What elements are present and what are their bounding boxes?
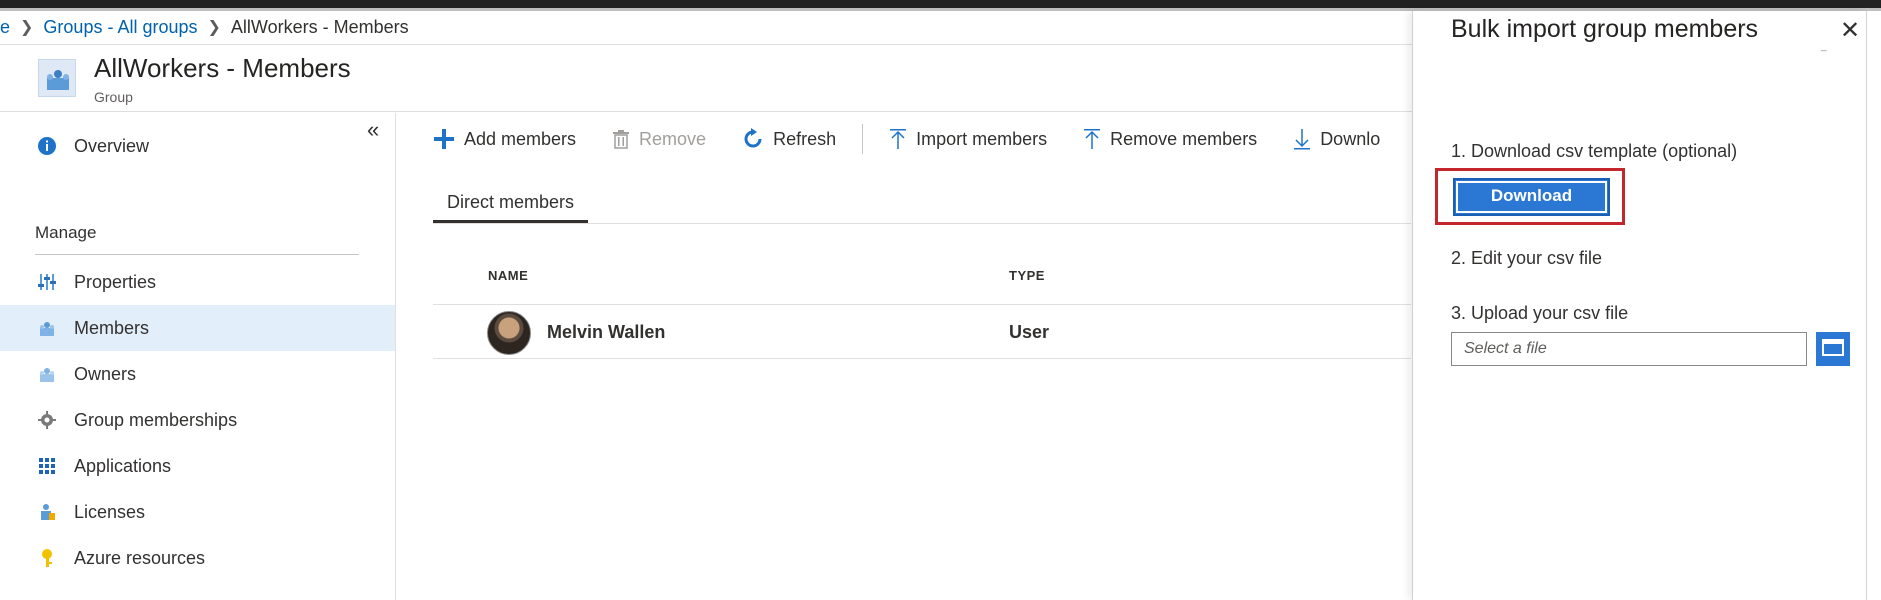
step-upload-label: 3. Upload your csv file xyxy=(1451,303,1629,323)
refresh-icon xyxy=(742,128,764,150)
properties-icon xyxy=(37,272,57,292)
member-type: User xyxy=(1009,322,1050,342)
toolbar-divider xyxy=(862,124,864,154)
manage-divider xyxy=(35,254,359,255)
plus-icon xyxy=(433,128,455,150)
download-template-button[interactable]: Download xyxy=(1453,178,1610,216)
remove-members-label: Remove members xyxy=(1110,128,1258,149)
sidebar-item-azure-resources[interactable]: Azure resources xyxy=(0,535,395,581)
column-header-type[interactable]: TYPE xyxy=(1009,268,1045,283)
breadcrumb-groups-link[interactable]: Groups - All groups xyxy=(43,17,197,38)
member-name[interactable]: Melvin Wallen xyxy=(547,322,665,343)
refresh-label: Refresh xyxy=(773,128,837,149)
licenses-icon xyxy=(37,502,57,522)
info-icon xyxy=(37,136,57,156)
table-row[interactable]: Melvin Wallen User xyxy=(433,305,1411,359)
sidebar-item-label: Overview xyxy=(74,135,150,156)
remove-label: Remove xyxy=(639,128,707,149)
page-header: AllWorkers - Members Group xyxy=(0,44,1412,112)
upload-icon xyxy=(1083,128,1101,150)
window-top-border xyxy=(0,0,1881,8)
tab-underline xyxy=(433,223,1411,224)
sidebar-item-overview[interactable]: Overview xyxy=(0,123,395,169)
sidebar-item-label: Members xyxy=(74,317,150,338)
sidebar-item-group-memberships[interactable]: Group memberships xyxy=(0,397,395,443)
page-title: AllWorkers - Members xyxy=(94,53,351,83)
add-members-label: Add members xyxy=(464,128,577,149)
import-members-button[interactable]: Import members xyxy=(889,128,1047,150)
avatar xyxy=(487,311,531,355)
step-edit-label: 2. Edit your csv file xyxy=(1451,248,1603,268)
import-members-label: Import members xyxy=(916,128,1048,149)
download-members-button[interactable]: Downlo xyxy=(1293,128,1380,150)
folder-icon xyxy=(1822,338,1844,361)
column-header-name[interactable]: NAME xyxy=(488,268,528,283)
sidebar-item-label: Group memberships xyxy=(74,409,238,430)
manage-section-label: Manage xyxy=(35,223,97,242)
remove-button[interactable]: Remove xyxy=(612,129,706,150)
file-select-input[interactable] xyxy=(1451,332,1807,366)
breadcrumb-home-link[interactable]: e xyxy=(0,17,10,38)
close-icon[interactable]: ✕ xyxy=(1840,16,1860,45)
panel-title: Bulk import group members xyxy=(1451,15,1759,43)
sidebar-item-label: Azure resources xyxy=(74,547,206,568)
refresh-button[interactable]: Refresh xyxy=(742,128,836,150)
sidebar: « Overview Manage Properties Members Own… xyxy=(0,113,396,600)
command-bar: Add members Remove Refresh Import member… xyxy=(397,113,1380,165)
gear-icon xyxy=(37,410,57,430)
upload-icon xyxy=(889,128,907,150)
breadcrumb-current: AllWorkers - Members xyxy=(230,16,409,37)
step-download-label: 1. Download csv template (optional) xyxy=(1451,141,1738,161)
browse-file-button[interactable] xyxy=(1816,332,1850,366)
panel-minimize-mark: _ xyxy=(1821,41,1827,52)
sidebar-item-members[interactable]: Members xyxy=(0,305,395,351)
download-icon xyxy=(1293,128,1311,150)
breadcrumb: e ❯ Groups - All groups ❯ AllWorkers - M… xyxy=(0,12,409,42)
download-members-label: Downlo xyxy=(1320,128,1381,149)
sidebar-item-properties[interactable]: Properties xyxy=(0,259,395,305)
owners-icon xyxy=(37,364,57,384)
tab-direct-members[interactable]: Direct members xyxy=(433,181,589,223)
sidebar-item-label: Owners xyxy=(74,363,137,384)
group-icon xyxy=(38,59,76,97)
chevron-right-icon: ❯ xyxy=(207,19,221,36)
trash-icon xyxy=(612,129,630,149)
sidebar-item-label: Properties xyxy=(74,271,157,292)
grid-icon xyxy=(37,456,57,476)
sidebar-item-label: Applications xyxy=(74,455,172,476)
sidebar-item-applications[interactable]: Applications xyxy=(0,443,395,489)
bulk-import-panel: Bulk import group members _ ✕ 1. Downloa… xyxy=(1412,11,1865,600)
key-icon xyxy=(37,548,57,568)
remove-members-button[interactable]: Remove members xyxy=(1083,128,1257,150)
sidebar-item-label: Licenses xyxy=(74,501,146,522)
add-members-button[interactable]: Add members xyxy=(433,128,576,150)
sidebar-item-licenses[interactable]: Licenses xyxy=(0,489,395,535)
members-icon xyxy=(37,318,57,338)
sidebar-item-owners[interactable]: Owners xyxy=(0,351,395,397)
page-subtitle: Group xyxy=(94,89,133,105)
window-right-edge xyxy=(1866,11,1881,600)
chevron-right-icon: ❯ xyxy=(20,19,34,36)
